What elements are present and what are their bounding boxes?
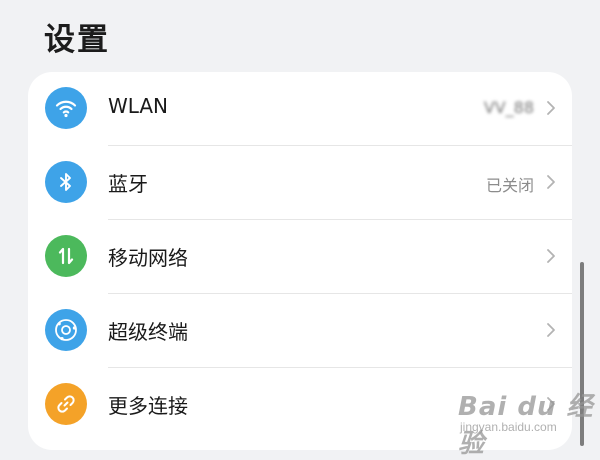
chevron-right-icon: [547, 323, 555, 337]
settings-item-value: 已关闭: [485, 176, 534, 195]
page-title: 设置: [44, 22, 110, 58]
chevron-right-icon: [547, 101, 555, 115]
mobile-data-icon: [45, 235, 87, 277]
settings-item-bluetooth[interactable]: 蓝牙 已关闭: [28, 146, 572, 220]
settings-item-label: WLAN: [108, 94, 169, 118]
link-icon: [45, 383, 87, 425]
wifi-icon: [45, 87, 87, 129]
settings-item-label: 超级终端: [108, 320, 188, 344]
settings-item-label: 更多连接: [108, 394, 188, 418]
settings-item-label: 移动网络: [108, 246, 188, 270]
settings-item-more-connections[interactable]: 更多连接: [28, 368, 572, 442]
settings-item-mobile-network[interactable]: 移动网络: [28, 220, 572, 294]
settings-item-label: 蓝牙: [108, 172, 148, 196]
scrollbar[interactable]: [580, 262, 584, 446]
chevron-right-icon: [547, 175, 555, 189]
super-device-icon: [45, 309, 87, 351]
chevron-right-icon: [547, 249, 555, 263]
settings-item-wlan[interactable]: WLAN VV_88: [28, 72, 572, 146]
settings-item-super-device[interactable]: 超级终端: [28, 294, 572, 368]
settings-item-value: VV_88: [483, 98, 534, 117]
chevron-right-icon: [547, 397, 555, 411]
settings-card: WLAN VV_88 蓝牙 已关闭 移动网络 超级终端 更多连接: [28, 72, 572, 450]
bluetooth-icon: [45, 161, 87, 203]
